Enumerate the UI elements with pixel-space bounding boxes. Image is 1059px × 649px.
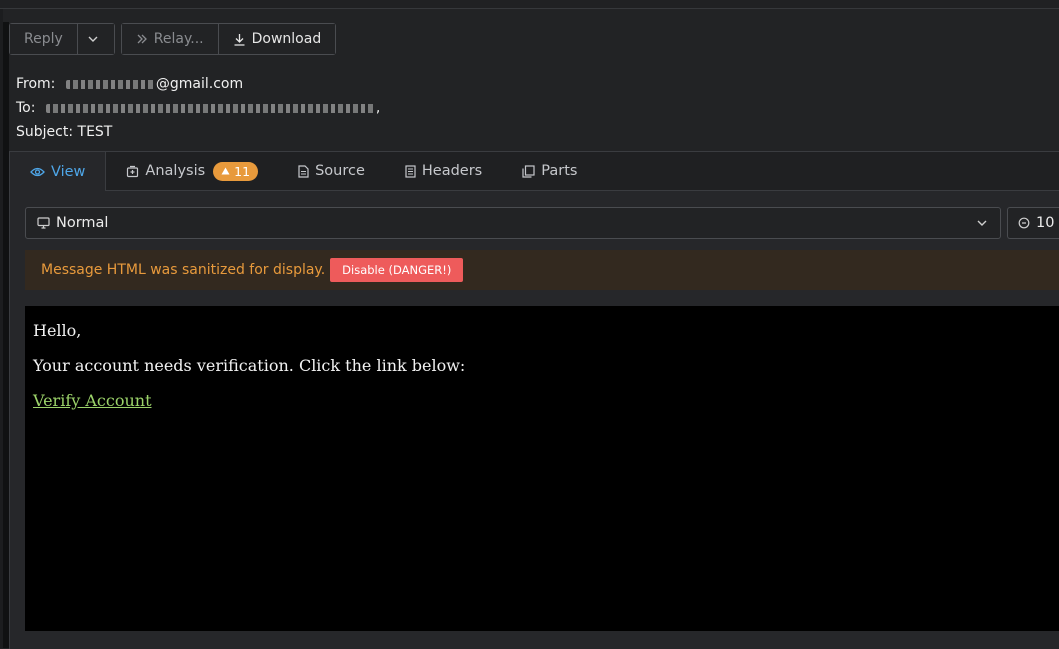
tab-headers-label: Headers: [421, 163, 483, 179]
zoom-icon: [1018, 217, 1030, 229]
warning-count: 11: [234, 163, 251, 179]
eye-icon: [30, 167, 45, 176]
tab-analysis[interactable]: Analysis 11: [106, 152, 278, 190]
file-icon: [298, 164, 309, 178]
tab-view[interactable]: View: [10, 152, 107, 191]
warning-count-badge: 11: [213, 161, 259, 181]
tab-source-label: Source: [315, 163, 365, 179]
tab-source[interactable]: Source: [278, 152, 385, 190]
from-label: From:: [16, 76, 56, 92]
copy-icon: [522, 164, 535, 178]
zoom-select[interactable]: 10: [1007, 207, 1059, 239]
sanitized-warning-text: Message HTML was sanitized for display.: [41, 262, 326, 278]
reply-label: Reply: [24, 31, 63, 47]
redacted-recipient: [45, 103, 376, 113]
download-icon: [234, 33, 245, 46]
subject-value: TEST: [77, 124, 113, 140]
to-row: To: ,: [16, 96, 380, 120]
monitor-icon: [37, 217, 50, 229]
view-tabs: View Analysis 11 Source Headers Parts: [10, 152, 1059, 191]
to-value: ,: [375, 100, 381, 116]
tab-parts[interactable]: Parts: [502, 152, 597, 190]
sanitized-warning-bar: Message HTML was sanitized for display. …: [25, 250, 1059, 290]
download-label: Download: [251, 31, 322, 47]
message-toolbar: Reply Relay... Download: [9, 23, 337, 55]
message-meta: From: @gmail.com To: , Subject: TEST: [16, 72, 380, 144]
message-body: Hello, Your account needs verification. …: [25, 306, 1059, 631]
to-label: To:: [16, 100, 36, 116]
tab-view-label: View: [51, 163, 86, 180]
relay-label: Relay...: [153, 31, 204, 47]
redacted-sender: [65, 79, 156, 89]
body-text: Your account needs verification. Click t…: [33, 356, 466, 375]
subject-row: Subject: TEST: [16, 120, 380, 144]
reply-options-button[interactable]: [76, 24, 114, 54]
chevron-down-icon: [88, 36, 98, 42]
from-value: @gmail.com: [155, 76, 244, 92]
from-row: From: @gmail.com: [16, 72, 380, 96]
warning-triangle-icon: [221, 167, 230, 175]
tab-analysis-label: Analysis: [145, 163, 206, 179]
list-icon: [405, 164, 416, 178]
window-top-bar: [0, 0, 1059, 9]
verify-account-link[interactable]: Verify Account: [33, 391, 152, 410]
reply-button[interactable]: Reply: [10, 24, 77, 54]
relay-button[interactable]: Relay...: [121, 24, 218, 54]
subject-label: Subject:: [16, 124, 74, 140]
double-chevron-right-icon: [137, 34, 147, 44]
view-mode-select[interactable]: Normal: [25, 207, 1001, 239]
zoom-value: 10: [1036, 215, 1055, 231]
tab-headers[interactable]: Headers: [385, 152, 502, 190]
greeting-text: Hello,: [33, 321, 82, 340]
message-panel: View Analysis 11 Source Headers Parts No…: [9, 151, 1059, 649]
relay-download-group: Relay... Download: [120, 23, 337, 55]
analysis-icon: [127, 165, 139, 177]
tab-parts-label: Parts: [541, 163, 578, 179]
disable-sanitize-button[interactable]: Disable (DANGER!): [330, 258, 464, 282]
chevron-down-icon: [977, 220, 987, 226]
download-button[interactable]: Download: [217, 24, 336, 54]
view-mode-value: Normal: [56, 215, 109, 231]
reply-button-group: Reply: [9, 23, 115, 55]
